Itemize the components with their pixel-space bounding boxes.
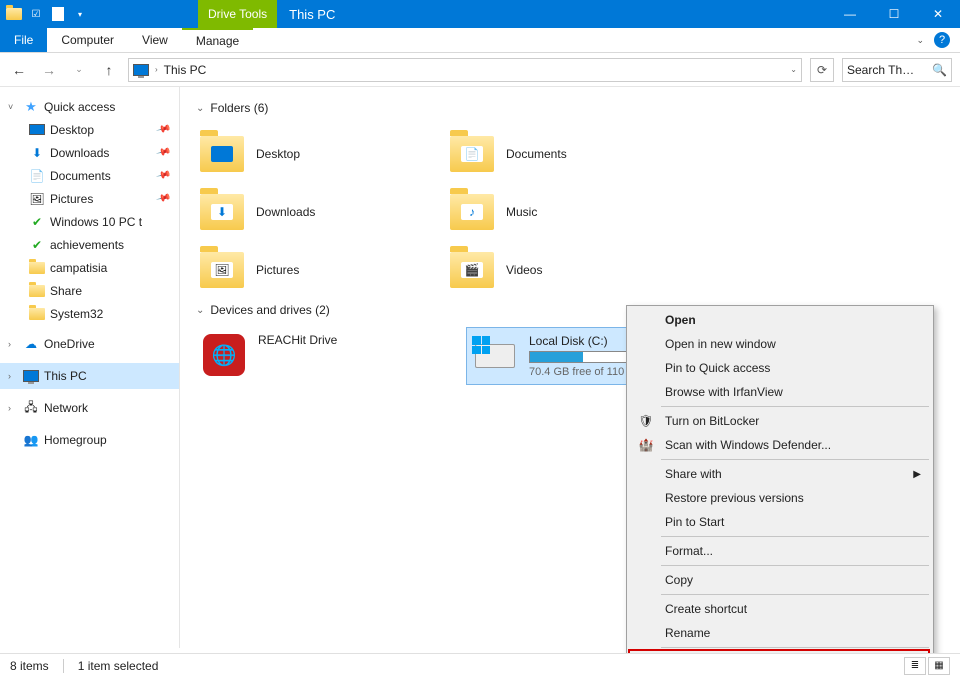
submenu-arrow-icon: ▶ (913, 469, 921, 480)
address-bar-row: ← → ⌄ ↑ › This PC ⌄ ⟳ Search Th… 🔍 (0, 53, 960, 87)
cm-open[interactable]: Open (629, 308, 931, 332)
pin-icon: 📌 (155, 122, 171, 138)
thispc-icon (133, 64, 149, 76)
folder-downloads[interactable]: ⬇Downloads (196, 183, 446, 241)
section-folders[interactable]: ⌄Folders (6) (196, 101, 944, 115)
cm-separator (661, 647, 929, 648)
back-button[interactable]: ← (8, 59, 30, 81)
cm-pin-quick-access[interactable]: Pin to Quick access (629, 356, 931, 380)
tree-onedrive[interactable]: ›☁OneDrive (0, 331, 179, 357)
tree-network[interactable]: ›🖧Network (0, 395, 179, 421)
status-bar: 8 items 1 item selected ≣ ▦ (0, 653, 960, 677)
drive-reachit[interactable]: 🌐 REACHit Drive (196, 327, 446, 385)
tree-item[interactable]: ⬇Downloads📌 (0, 141, 179, 164)
search-input[interactable]: Search Th… 🔍 (842, 58, 952, 82)
cm-copy[interactable]: Copy (629, 568, 931, 592)
tree-item[interactable]: Share (0, 279, 179, 302)
pin-icon: 📌 (155, 145, 171, 161)
pin-icon: 📌 (155, 168, 171, 184)
forward-button[interactable]: → (38, 59, 60, 81)
cm-separator (661, 459, 929, 460)
pin-icon: 📌 (155, 191, 171, 207)
folder-music[interactable]: ♪Music (446, 183, 696, 241)
tree-homegroup[interactable]: 👥Homegroup (0, 427, 179, 453)
cm-separator (661, 594, 929, 595)
cm-separator (661, 565, 929, 566)
shield-icon: 🛡 (637, 414, 655, 428)
navigation-pane: ˅★Quick access Desktop📌 ⬇Downloads📌 📄Doc… (0, 87, 180, 648)
tree-item[interactable]: ✔Windows 10 PC t (0, 210, 179, 233)
refresh-button[interactable]: ⟳ (810, 58, 834, 82)
cm-bitlocker[interactable]: 🛡Turn on BitLocker (629, 409, 931, 433)
address-bar[interactable]: › This PC ⌄ (128, 58, 802, 82)
status-selection: 1 item selected (78, 659, 159, 673)
search-placeholder: Search Th… (847, 63, 914, 77)
folder-videos[interactable]: 🎬Videos (446, 241, 696, 299)
cm-separator (661, 406, 929, 407)
cm-defender-scan[interactable]: 🏰Scan with Windows Defender... (629, 433, 931, 457)
tree-item[interactable]: campatisia (0, 256, 179, 279)
tree-thispc[interactable]: ›This PC (0, 363, 179, 389)
quick-access-toolbar: ☑ ▾ (0, 6, 88, 22)
breadcrumb-chevron-icon[interactable]: › (155, 65, 158, 74)
tree-item[interactable]: Desktop📌 (0, 118, 179, 141)
checkbox-icon[interactable]: ☑ (28, 6, 44, 22)
new-doc-icon[interactable] (50, 6, 66, 22)
status-item-count: 8 items (10, 659, 49, 673)
folder-documents[interactable]: 📄Documents (446, 125, 696, 183)
help-icon[interactable]: ? (934, 32, 950, 48)
context-menu: Open Open in new window Pin to Quick acc… (626, 305, 934, 677)
ribbon-tabs: File Computer View Manage ⌄ ? (0, 28, 960, 53)
titlebar: ☑ ▾ Drive Tools This PC — ☐ ✕ (0, 0, 960, 28)
maximize-button[interactable]: ☐ (872, 0, 916, 28)
qa-dropdown-icon[interactable]: ▾ (72, 6, 88, 22)
tab-view[interactable]: View (128, 28, 182, 52)
folder-desktop[interactable]: Desktop (196, 125, 446, 183)
tree-item[interactable]: ✔achievements (0, 233, 179, 256)
disk-icon (475, 344, 515, 368)
tree-item[interactable]: 🖼Pictures📌 (0, 187, 179, 210)
tab-file[interactable]: File (0, 28, 47, 52)
tab-manage[interactable]: Manage (182, 28, 253, 52)
cm-pin-to-start[interactable]: Pin to Start (629, 510, 931, 534)
up-button[interactable]: ↑ (98, 59, 120, 81)
cm-separator (661, 536, 929, 537)
cm-browse-irfanview[interactable]: Browse with IrfanView (629, 380, 931, 404)
window-title: This PC (289, 7, 335, 22)
folder-icon[interactable] (6, 6, 22, 22)
folder-pictures[interactable]: 🖼Pictures (196, 241, 446, 299)
contextual-tab-drive-tools: Drive Tools (198, 0, 277, 28)
address-dropdown-icon[interactable]: ⌄ (790, 65, 797, 74)
minimize-button[interactable]: — (828, 0, 872, 28)
cm-restore-versions[interactable]: Restore previous versions (629, 486, 931, 510)
tab-computer[interactable]: Computer (47, 28, 128, 52)
close-button[interactable]: ✕ (916, 0, 960, 28)
cm-open-new-window[interactable]: Open in new window (629, 332, 931, 356)
recent-dropdown-icon[interactable]: ⌄ (68, 59, 90, 81)
reachit-icon: 🌐 (203, 334, 245, 376)
cm-format[interactable]: Format... (629, 539, 931, 563)
view-icons-button[interactable]: ▦ (928, 657, 950, 675)
tree-item[interactable]: System32 (0, 302, 179, 325)
view-details-button[interactable]: ≣ (904, 657, 926, 675)
tree-quick-access[interactable]: ˅★Quick access (0, 95, 179, 118)
ribbon-collapse-icon[interactable]: ⌄ (916, 35, 924, 46)
cm-rename[interactable]: Rename (629, 621, 931, 645)
cm-create-shortcut[interactable]: Create shortcut (629, 597, 931, 621)
cm-share-with[interactable]: Share with▶ (629, 462, 931, 486)
breadcrumb-location[interactable]: This PC (164, 63, 207, 77)
tree-item[interactable]: 📄Documents📌 (0, 164, 179, 187)
defender-icon: 🏰 (637, 438, 655, 452)
search-icon: 🔍 (932, 63, 947, 77)
